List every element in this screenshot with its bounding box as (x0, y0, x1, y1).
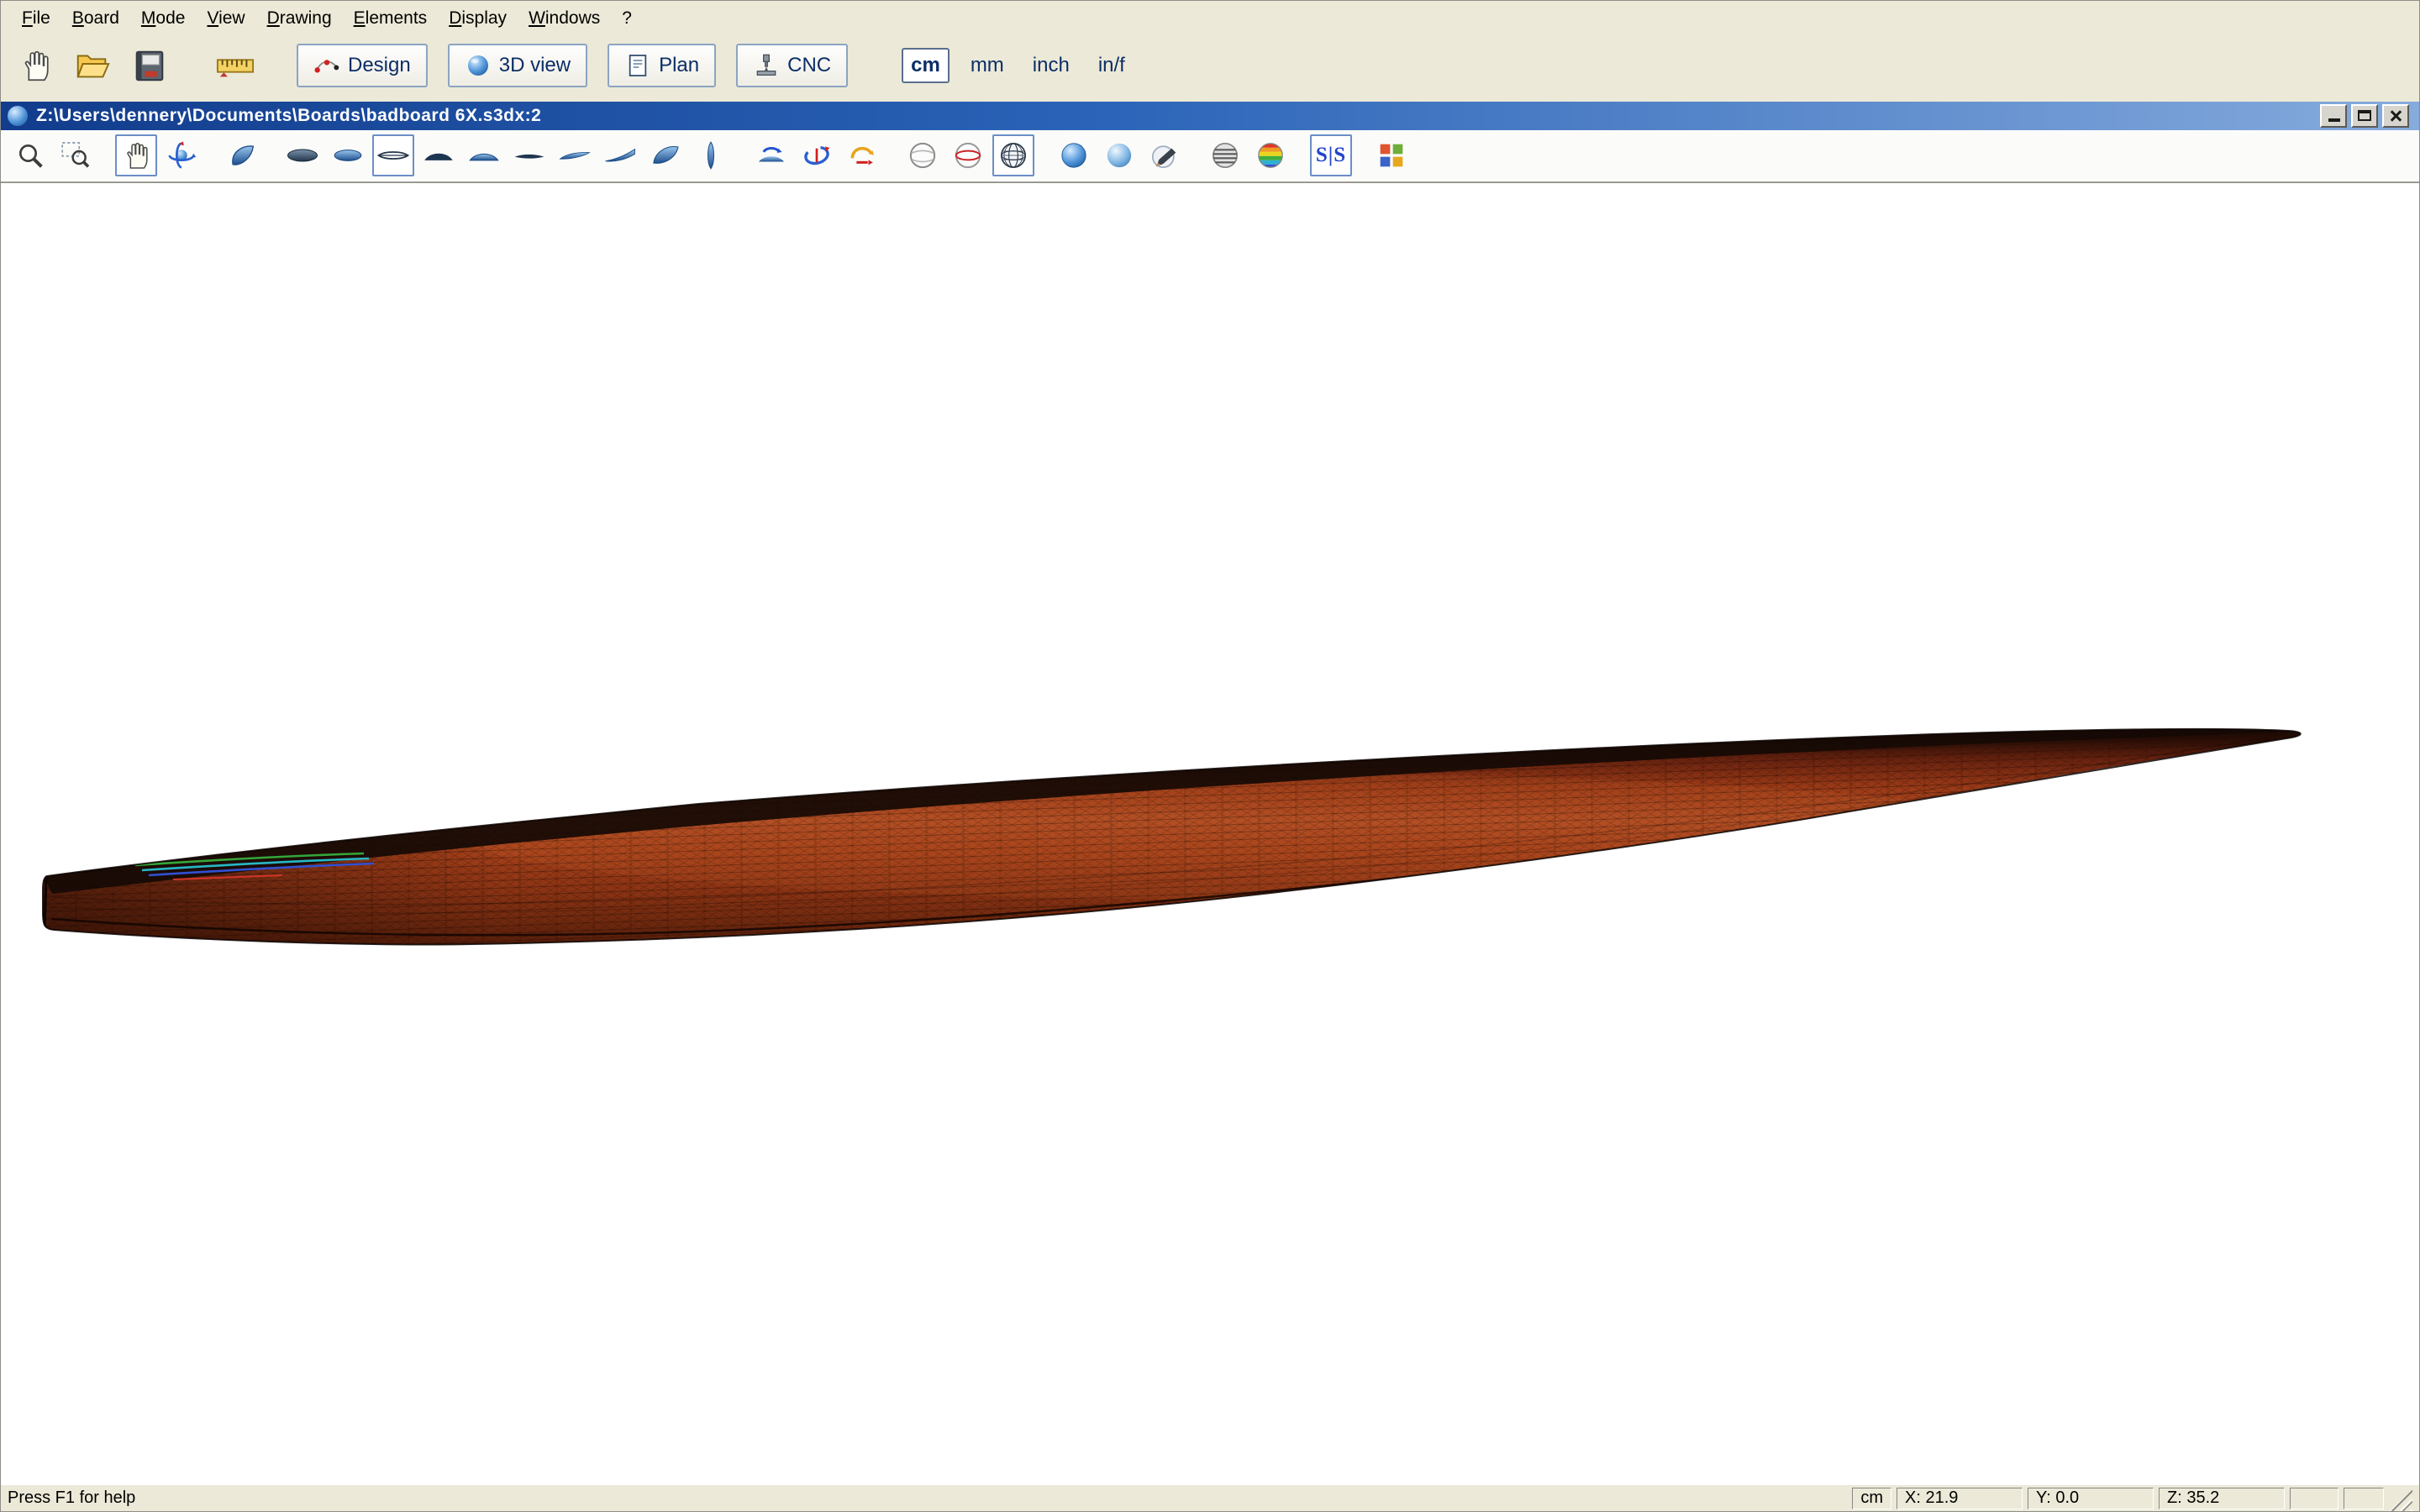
side-view-curve-icon[interactable] (554, 134, 596, 176)
render-sketch-icon[interactable] (1144, 134, 1186, 176)
resize-grip[interactable] (2389, 1489, 2412, 1511)
render-solid-icon[interactable] (1053, 134, 1095, 176)
unit-inf[interactable]: in/f (1091, 50, 1133, 81)
menu-board[interactable]: Board (61, 3, 130, 34)
render-layers-icon[interactable] (1204, 134, 1246, 176)
design-mode-button[interactable]: Design (297, 44, 428, 87)
side-view-thin-icon[interactable] (508, 134, 550, 176)
open-folder-icon[interactable] (68, 41, 117, 90)
app-window: File Board Mode View Drawing Elements Di… (0, 0, 2420, 1512)
render-rainbow-icon[interactable] (1249, 134, 1292, 176)
document-titlebar[interactable]: Z:\Users\dennery\Documents\Boards\badboa… (1, 102, 2419, 130)
render-wire-light-icon[interactable] (902, 134, 944, 176)
statusbar-extra-1 (2290, 1488, 2338, 1509)
rotate-x-icon[interactable] (841, 134, 883, 176)
menu-help[interactable]: ? (611, 3, 643, 34)
front-view-dark-icon[interactable] (418, 134, 460, 176)
menu-view[interactable]: View (196, 3, 255, 34)
menu-windows[interactable]: Windows (518, 3, 611, 34)
unit-inch[interactable]: inch (1025, 50, 1077, 81)
window-controls (2320, 104, 2412, 128)
3dview-mode-button[interactable]: 3D view (448, 44, 587, 87)
vertical-view-icon[interactable] (690, 134, 732, 176)
statusbar-help: Press F1 for help (8, 1488, 135, 1508)
rocker-wedge-icon[interactable] (599, 134, 641, 176)
statusbar-coord-x: X: 21.9 (1897, 1488, 2023, 1509)
close-button[interactable] (2382, 104, 2409, 128)
pointer-hand-icon[interactable] (11, 41, 60, 90)
cnc-mode-button[interactable]: CNC (736, 44, 848, 87)
zoom-icon[interactable] (9, 134, 51, 176)
maximize-icon (2358, 110, 2371, 121)
menubar: File Board Mode View Drawing Elements Di… (1, 1, 2419, 36)
menu-elements[interactable]: Elements (343, 3, 439, 34)
plan-sheet-icon (624, 52, 651, 79)
menu-file[interactable]: File (11, 3, 61, 34)
render-wire-red-icon[interactable] (947, 134, 989, 176)
design-mode-label: Design (348, 54, 411, 77)
flip-board-icon[interactable] (750, 134, 792, 176)
main-toolbar: Design 3D view Plan CNC cm mm inch in/f (1, 36, 2419, 95)
menu-drawing[interactable]: Drawing (256, 3, 343, 34)
surfboard-3d-render (1, 183, 2419, 1484)
perspective-drop-icon[interactable] (221, 134, 263, 176)
pan-hand-icon[interactable] (115, 134, 157, 176)
menu-display[interactable]: Display (438, 3, 518, 34)
orbit-rotate-icon[interactable] (160, 134, 203, 176)
render-smooth-icon[interactable] (1098, 134, 1140, 176)
plan-mode-button[interactable]: Plan (608, 44, 716, 87)
unit-selector: cm mm inch in/f (902, 48, 1133, 83)
statusbar-coord-z: Z: 35.2 (2159, 1488, 2285, 1509)
zoom-window-icon[interactable] (55, 134, 97, 176)
perspective-leaf-icon[interactable] (644, 134, 687, 176)
statusbar-extra-2 (2344, 1488, 2384, 1509)
statusbar-unit: cm (1852, 1488, 1891, 1509)
ruler-icon[interactable] (211, 41, 260, 90)
cnc-mode-label: CNC (787, 54, 831, 77)
design-nodes-icon (313, 52, 340, 79)
render-mesh-icon[interactable] (992, 134, 1034, 176)
toolbar-gap (1, 95, 2419, 102)
close-icon (2388, 108, 2403, 123)
maximize-button[interactable] (2351, 104, 2378, 128)
statusbar: Press F1 for help cm X: 21.9 Y: 0.0 Z: 3… (1, 1484, 2419, 1511)
menu-mode[interactable]: Mode (130, 3, 197, 34)
slices-sls-icon[interactable]: S|S (1310, 134, 1352, 176)
minimize-button[interactable] (2320, 104, 2347, 128)
front-view-blue-icon[interactable] (463, 134, 505, 176)
view-toolbar: S|S (1, 130, 2419, 182)
document-title: Z:\Users\dennery\Documents\Boards\badboa… (36, 106, 541, 126)
save-notebook-icon[interactable] (125, 41, 174, 90)
color-squares-icon[interactable] (1370, 134, 1413, 176)
unit-mm[interactable]: mm (963, 50, 1012, 81)
rotate-y-icon[interactable] (796, 134, 838, 176)
viewport-3d[interactable] (1, 182, 2419, 1484)
top-view-solid-icon[interactable] (281, 134, 324, 176)
3dview-mode-label: 3D view (499, 54, 571, 77)
bottom-view-solid-icon[interactable] (327, 134, 369, 176)
sphere-3d-icon (465, 52, 492, 79)
outline-view-icon[interactable] (372, 134, 414, 176)
statusbar-coord-y: Y: 0.0 (2028, 1488, 2154, 1509)
unit-cm[interactable]: cm (902, 48, 950, 83)
plan-mode-label: Plan (659, 54, 699, 77)
cnc-machine-icon (753, 52, 780, 79)
blue-sphere-icon (8, 106, 28, 126)
minimize-icon (2328, 118, 2340, 122)
